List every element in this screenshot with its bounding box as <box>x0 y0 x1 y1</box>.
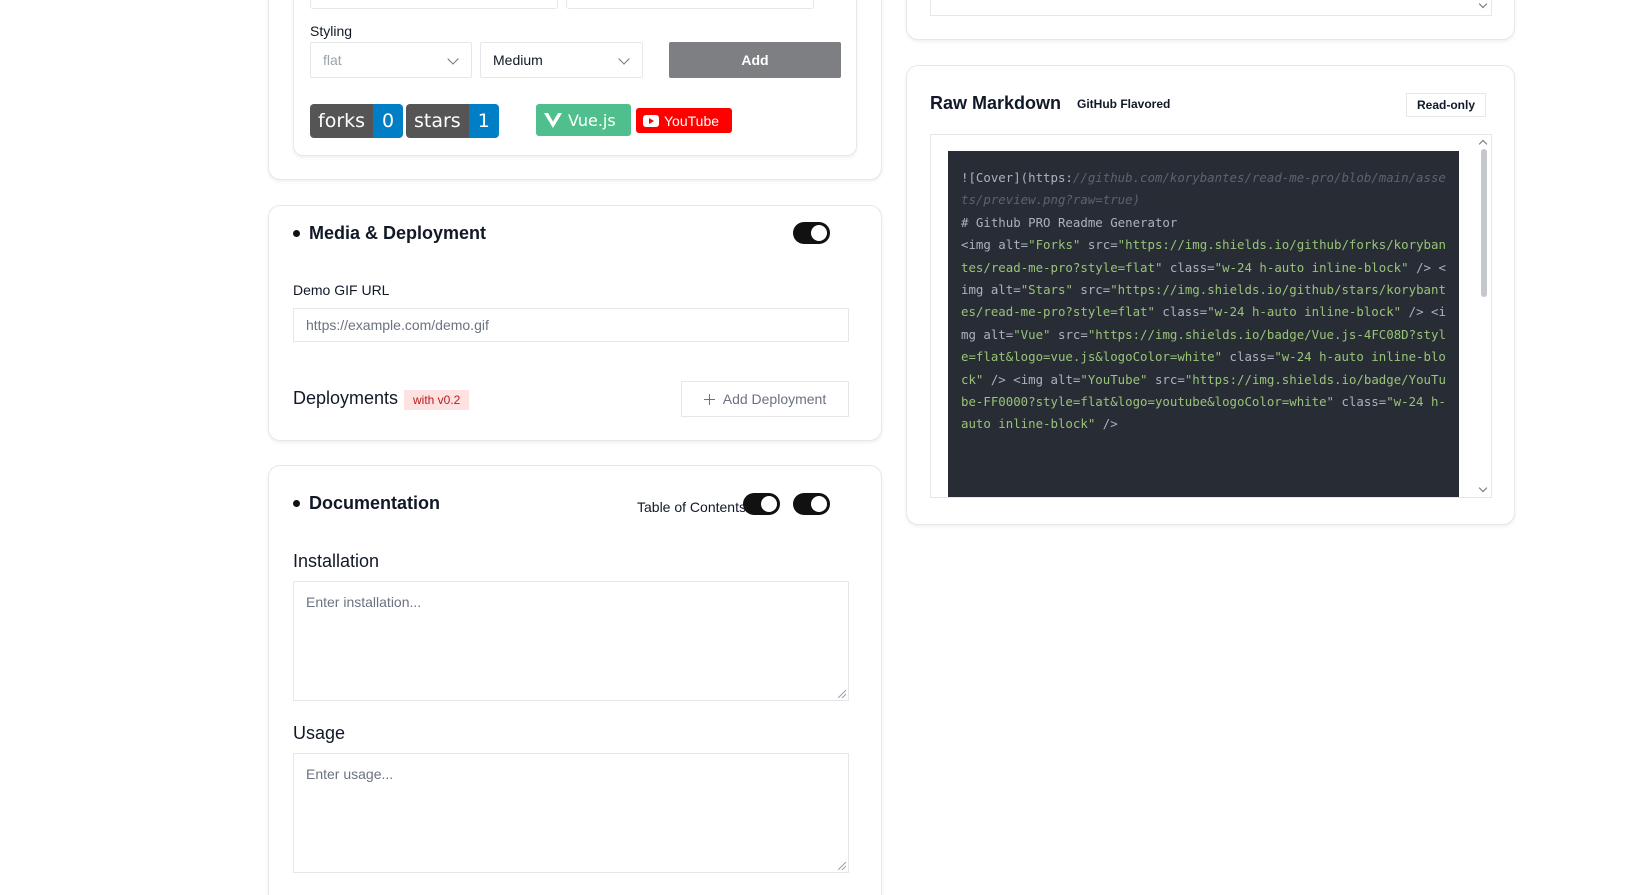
badge-key: stars <box>406 104 469 138</box>
toc-toggle[interactable] <box>743 493 780 515</box>
plus-icon <box>703 393 715 405</box>
bullet-icon <box>293 500 300 507</box>
bullet-icon <box>293 230 300 237</box>
usage-textarea[interactable]: Enter usage... <box>293 753 849 873</box>
raw-markdown-card: Raw Markdown GitHub Flavored Read-only !… <box>906 65 1515 525</box>
code-token: /> <box>1095 416 1118 432</box>
scroll-down-icon[interactable] <box>1478 483 1488 493</box>
badge-key: forks <box>310 104 374 138</box>
vue-logo-icon <box>544 112 562 128</box>
markdown-viewer[interactable]: ![Cover](https://github.com/korybantes/r… <box>930 134 1492 498</box>
code-token: /> <img alt= <box>983 371 1081 387</box>
section-title: Documentation <box>293 493 440 514</box>
youtube-logo-icon <box>643 114 659 127</box>
add-badge-button[interactable]: Add <box>669 42 841 78</box>
code-token: class= <box>1334 394 1387 410</box>
code-token: class= <box>1162 259 1215 275</box>
code-token: "Vue" <box>1013 326 1051 342</box>
toc-label: Table of Contents <box>637 499 746 515</box>
demo-gif-placeholder: https://example.com/demo.gif <box>306 317 489 333</box>
documentation-toggle[interactable] <box>793 493 830 515</box>
badge-size-select[interactable]: Medium <box>480 42 643 78</box>
chevron-down-icon <box>618 53 630 65</box>
badge-style-select[interactable]: flat <box>310 42 472 78</box>
code-token: "YouTube" <box>1080 371 1148 387</box>
code-token: class= <box>1154 304 1208 320</box>
code-token: class= <box>1222 349 1275 365</box>
version-tag: with v0.2 <box>404 390 470 410</box>
demo-gif-input[interactable]: https://example.com/demo.gif <box>293 308 849 342</box>
section-title: Media & Deployment <box>293 223 486 244</box>
youtube-badge[interactable]: YouTube <box>636 108 732 133</box>
installation-placeholder: Enter installation... <box>306 594 422 610</box>
docs-title: Documentation <box>309 493 441 513</box>
documentation-card: Documentation Table of Contents Installa… <box>268 465 882 895</box>
demo-gif-label: Demo GIF URL <box>293 282 390 298</box>
media-toggle[interactable] <box>793 222 830 244</box>
code-token: src= <box>1050 326 1088 342</box>
badge-label-input[interactable] <box>310 0 558 9</box>
badge-value: 0 <box>373 104 404 138</box>
code-token: src= <box>1147 371 1185 387</box>
chevron-down-icon <box>1478 0 1488 9</box>
badge-style-value: flat <box>323 52 342 68</box>
code-token: "Forks" <box>1028 237 1081 253</box>
resize-handle-icon[interactable] <box>838 690 846 698</box>
youtube-badge-label: YouTube <box>664 112 720 129</box>
code-token: ![Cover](https: <box>961 170 1073 185</box>
markdown-title: Raw Markdown <box>930 93 1062 113</box>
markdown-flavor: GitHub Flavored <box>1077 97 1171 111</box>
right-top-card <box>906 0 1515 40</box>
add-deployment-button[interactable]: Add Deployment <box>681 381 849 417</box>
badges-card: Styling flat Medium Add forks 0 stars 1 … <box>268 0 882 180</box>
code-token: src= <box>1080 237 1118 253</box>
select-box[interactable] <box>930 0 1492 16</box>
resize-handle-icon[interactable] <box>838 862 846 870</box>
deployments-label: Deployments <box>293 388 399 408</box>
media-title: Media & Deployment <box>309 223 487 243</box>
media-deployment-card: Media & Deployment Demo GIF URL https://… <box>268 205 882 441</box>
installation-textarea[interactable]: Enter installation... <box>293 581 849 701</box>
badges-panel: Styling flat Medium Add forks 0 stars 1 … <box>293 0 857 156</box>
installation-label: Installation <box>293 551 380 571</box>
stars-badge[interactable]: stars 1 <box>406 104 499 138</box>
markdown-code: ![Cover](https://github.com/korybantes/r… <box>948 151 1459 497</box>
vue-badge-label: Vue.js <box>568 110 616 130</box>
code-token: "Stars" <box>1020 282 1073 298</box>
code-token: src= <box>1072 282 1111 298</box>
usage-placeholder: Enter usage... <box>306 766 394 782</box>
usage-label: Usage <box>293 723 346 743</box>
code-token: "w-24 h-auto inline-block" <box>1207 304 1402 320</box>
vue-badge[interactable]: Vue.js <box>536 104 631 136</box>
forks-badge[interactable]: forks 0 <box>310 104 404 138</box>
styling-label: Styling <box>310 23 353 39</box>
badge-size-value: Medium <box>493 52 543 68</box>
readonly-badge: Read-only <box>1406 93 1487 117</box>
chevron-down-icon <box>447 53 459 65</box>
badge-value-input[interactable] <box>566 0 814 9</box>
add-deployment-label: Add Deployment <box>722 391 827 407</box>
badge-value: 1 <box>468 104 499 138</box>
scroll-up-icon[interactable] <box>1478 139 1488 149</box>
code-token: "w-24 h-auto inline-block" <box>1214 259 1409 275</box>
scrollbar-thumb[interactable] <box>1481 149 1487 297</box>
